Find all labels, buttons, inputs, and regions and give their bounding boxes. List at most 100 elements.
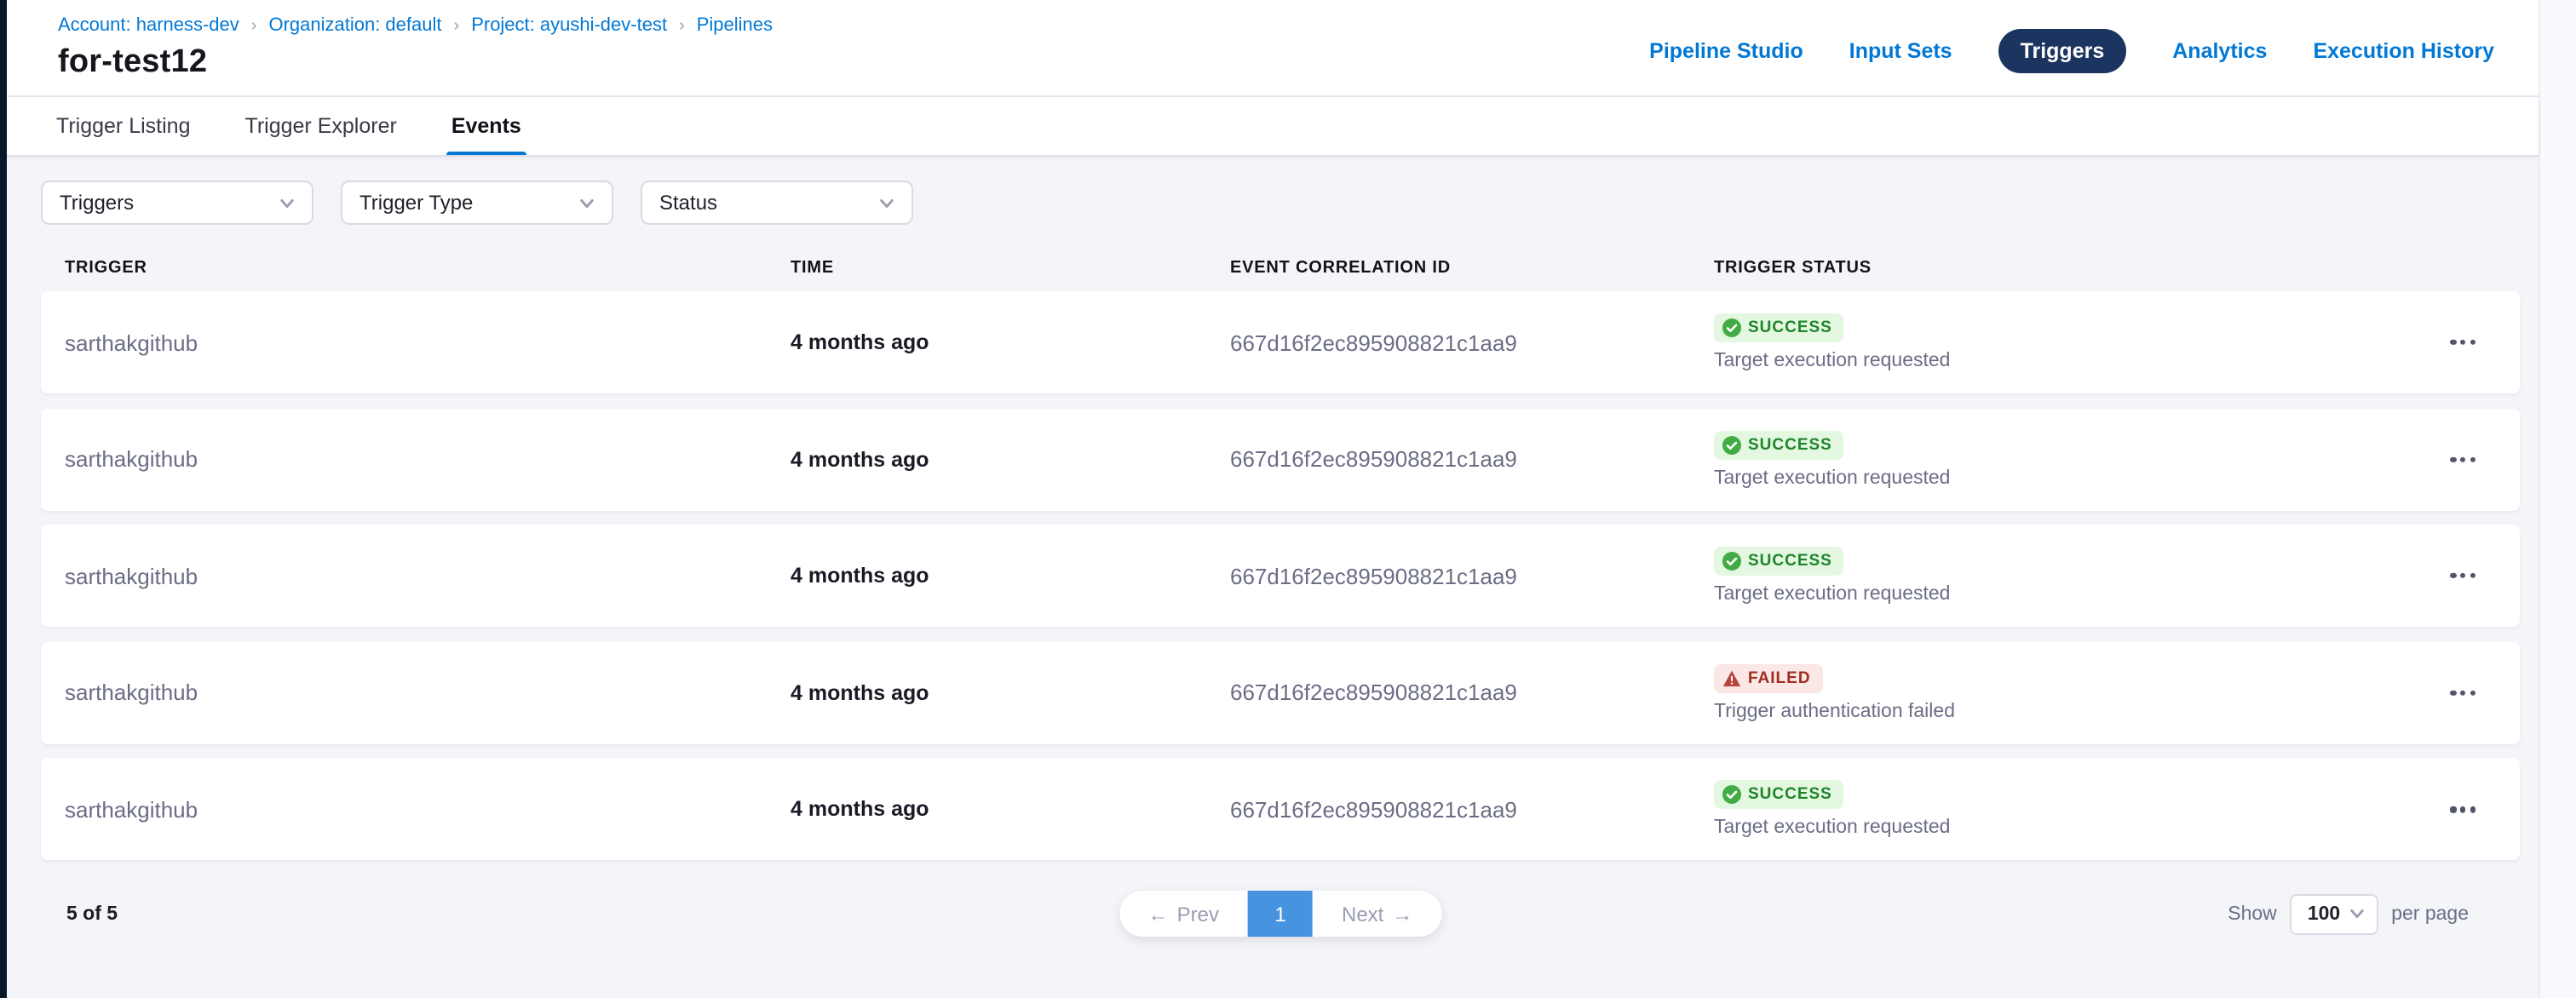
event-time: 4 months ago	[791, 330, 1230, 354]
events-table: sarthakgithub 4 months ago 667d16f2ec895…	[41, 291, 2520, 861]
next-page-label: Next	[1342, 903, 1383, 926]
right-margin-strip	[2539, 0, 2576, 998]
filter-bar: Triggers Trigger Type Status	[41, 181, 2539, 225]
nav-execution-history[interactable]: Execution History	[2313, 39, 2494, 63]
tab-events-label: Events	[451, 114, 521, 138]
status-message: Target execution requested	[1714, 351, 2520, 371]
per-page-control: Show 100 per page	[2228, 892, 2469, 938]
chevron-down-icon	[279, 195, 295, 210]
event-correlation-id: 667d16f2ec895908821c1aa9	[1230, 680, 1714, 706]
breadcrumb-account[interactable]: Account: harness-dev	[58, 15, 239, 36]
trigger-status-cell: SUCCESS Target execution requested	[1714, 547, 2520, 605]
tab-events[interactable]: Events	[451, 97, 521, 155]
events-body: Triggers Trigger Type Status Trigger Tim…	[7, 157, 2539, 939]
check-circle-icon	[1722, 786, 1741, 805]
triggers-filter-label: Triggers	[60, 191, 134, 215]
trigger-name: sarthakgithub	[65, 797, 791, 823]
status-message: Trigger authentication failed	[1714, 702, 2520, 722]
table-row[interactable]: sarthakgithub 4 months ago 667d16f2ec895…	[41, 759, 2520, 861]
tab-trigger-listing[interactable]: Trigger Listing	[56, 97, 191, 155]
trigger-type-filter-dropdown[interactable]: Trigger Type	[341, 181, 613, 225]
more-options-icon[interactable]	[2444, 330, 2482, 355]
prev-page-label: Prev	[1177, 903, 1219, 926]
breadcrumb-organization[interactable]: Organization: default	[268, 15, 441, 36]
check-circle-icon	[1722, 435, 1741, 454]
status-message: Target execution requested	[1714, 818, 2520, 839]
event-correlation-id: 667d16f2ec895908821c1aa9	[1230, 797, 1714, 823]
event-correlation-id: 667d16f2ec895908821c1aa9	[1230, 563, 1714, 588]
status-badge-label: SUCCESS	[1748, 786, 1832, 805]
page-number-button[interactable]: 1	[1248, 892, 1313, 938]
status-badge: SUCCESS	[1714, 547, 1844, 576]
nav-analytics[interactable]: Analytics	[2172, 39, 2267, 63]
column-header-event-correlation-id: Event Correlation Id	[1230, 258, 1714, 277]
trigger-name: sarthakgithub	[65, 330, 791, 355]
status-badge-label: SUCCESS	[1748, 435, 1832, 454]
breadcrumb-separator-icon: ›	[251, 16, 257, 35]
status-badge-label: SUCCESS	[1748, 318, 1832, 337]
content-column: Account: harness-dev › Organization: def…	[7, 0, 2539, 998]
event-time: 4 months ago	[791, 447, 1230, 471]
nav-triggers[interactable]: Triggers	[1998, 29, 2127, 73]
breadcrumb-pipelines[interactable]: Pipelines	[697, 15, 773, 36]
pipeline-top-nav: Pipeline Studio Input Sets Triggers Anal…	[1649, 29, 2494, 73]
warning-triangle-icon	[1722, 669, 1741, 688]
results-count: 5 of 5	[66, 905, 118, 926]
chevron-down-icon	[579, 195, 595, 210]
trigger-status-cell: SUCCESS Target execution requested	[1714, 430, 2520, 488]
event-correlation-id: 667d16f2ec895908821c1aa9	[1230, 446, 1714, 472]
next-page-button[interactable]: Next →	[1313, 892, 1441, 938]
prev-page-button[interactable]: ← Prev	[1119, 892, 1248, 938]
trigger-status-cell: FAILED Trigger authentication failed	[1714, 664, 2520, 722]
trigger-name: sarthakgithub	[65, 446, 791, 472]
more-options-icon[interactable]	[2444, 797, 2482, 823]
more-options-icon[interactable]	[2444, 563, 2482, 588]
table-header-row: Trigger Time Event Correlation Id Trigge…	[41, 254, 2539, 281]
event-time: 4 months ago	[791, 681, 1230, 705]
tab-bar: Trigger Listing Trigger Explorer Events	[7, 97, 2539, 157]
trigger-type-filter-label: Trigger Type	[359, 191, 473, 215]
show-label: Show	[2228, 904, 2277, 925]
table-footer: 5 of 5 ← Prev 1 Next → Show 100	[41, 892, 2520, 939]
breadcrumb-project[interactable]: Project: ayushi-dev-test	[471, 15, 667, 36]
active-tab-underline	[446, 151, 526, 155]
more-options-icon[interactable]	[2444, 680, 2482, 705]
trigger-name: sarthakgithub	[65, 563, 791, 588]
breadcrumb-separator-icon: ›	[454, 16, 460, 35]
nav-input-sets[interactable]: Input Sets	[1849, 39, 1952, 63]
table-row[interactable]: sarthakgithub 4 months ago 667d16f2ec895…	[41, 408, 2520, 510]
page-header: Account: harness-dev › Organization: def…	[7, 0, 2539, 97]
triggers-filter-dropdown[interactable]: Triggers	[41, 181, 313, 225]
tab-trigger-explorer[interactable]: Trigger Explorer	[245, 97, 397, 155]
trigger-name: sarthakgithub	[65, 680, 791, 706]
check-circle-icon	[1722, 318, 1741, 337]
more-options-icon[interactable]	[2444, 446, 2482, 472]
arrow-right-icon: →	[1392, 903, 1412, 926]
breadcrumb-separator-icon: ›	[679, 16, 685, 35]
triggers-events-page: Account: harness-dev › Organization: def…	[0, 0, 2576, 998]
event-time: 4 months ago	[791, 564, 1230, 588]
tab-trigger-explorer-label: Trigger Explorer	[245, 114, 397, 138]
status-badge: SUCCESS	[1714, 781, 1844, 810]
pagination: ← Prev 1 Next →	[1119, 892, 1442, 938]
trigger-status-cell: SUCCESS Target execution requested	[1714, 781, 2520, 839]
nav-pipeline-studio[interactable]: Pipeline Studio	[1649, 39, 1803, 63]
per-page-suffix: per page	[2391, 904, 2469, 925]
table-row[interactable]: sarthakgithub 4 months ago 667d16f2ec895…	[41, 291, 2520, 393]
status-badge: SUCCESS	[1714, 313, 1844, 342]
chevron-down-icon	[879, 195, 894, 210]
column-header-trigger: Trigger	[65, 258, 791, 277]
status-badge: SUCCESS	[1714, 430, 1844, 459]
per-page-value: 100	[2308, 904, 2340, 925]
collapsed-sidebar-strip[interactable]	[0, 0, 7, 998]
event-correlation-id: 667d16f2ec895908821c1aa9	[1230, 330, 1714, 355]
status-badge-label: FAILED	[1748, 669, 1811, 688]
per-page-dropdown[interactable]: 100	[2291, 894, 2378, 935]
arrow-left-icon: ←	[1148, 903, 1169, 926]
status-filter-dropdown[interactable]: Status	[641, 181, 913, 225]
column-header-trigger-status: Trigger Status	[1714, 258, 2539, 277]
table-row[interactable]: sarthakgithub 4 months ago 667d16f2ec895…	[41, 525, 2520, 627]
table-row[interactable]: sarthakgithub 4 months ago 667d16f2ec895…	[41, 642, 2520, 744]
trigger-status-cell: SUCCESS Target execution requested	[1714, 313, 2520, 371]
status-message: Target execution requested	[1714, 467, 2520, 488]
